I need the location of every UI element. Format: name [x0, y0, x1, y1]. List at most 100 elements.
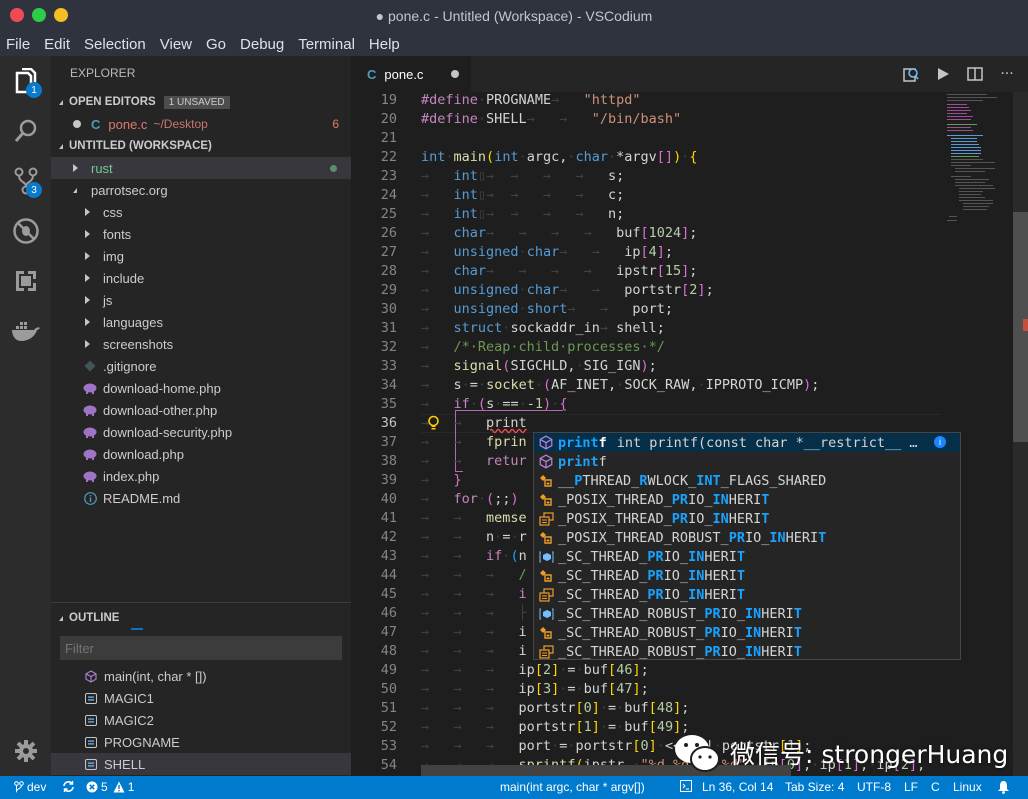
tab-pone-c[interactable]: C pone.c: [351, 56, 471, 92]
code-line[interactable]: 28 → char→ → → → ipstr[15];: [351, 262, 951, 281]
suggestion-item[interactable]: _SC_THREAD_ROBUST_PRIO_INHERIT: [534, 623, 960, 642]
activity-explorer[interactable]: 1: [0, 56, 51, 106]
code-line[interactable]: 30 → unsigned·short→ → port;: [351, 300, 951, 319]
tab-size[interactable]: Tab Size: 4: [785, 780, 844, 794]
menu-help[interactable]: Help: [369, 36, 400, 53]
breadcrumb-symbol[interactable]: main(int argc, char * argv[]): [500, 780, 645, 794]
suggestion-item[interactable]: printf: [534, 452, 960, 471]
open-editor-item[interactable]: C pone.c ~/Desktop 6: [51, 113, 351, 135]
code-line[interactable]: 32 → /*·Reap·child·processes·*/: [351, 338, 951, 357]
suggestion-item[interactable]: _SC_THREAD_PRIO_INHERIT: [534, 547, 960, 566]
menu-go[interactable]: Go: [206, 36, 226, 53]
code-line[interactable]: 29 → unsigned·char→ → portstr[2];: [351, 281, 951, 300]
tree-item-rust[interactable]: rust: [51, 157, 351, 179]
terminal-icon: [680, 780, 692, 792]
tree-item-parrotsec-org[interactable]: parrotsec.org: [51, 179, 351, 201]
suggestion-item[interactable]: printf int printf(const char *__restrict_…: [534, 433, 960, 452]
outline-item[interactable]: MAGIC1: [51, 687, 351, 709]
suggestion-item[interactable]: _SC_THREAD_PRIO_INHERIT: [534, 566, 960, 585]
git-branch-status[interactable]: dev: [14, 780, 46, 794]
open-preview-button[interactable]: [901, 65, 921, 83]
sync-button[interactable]: [62, 780, 75, 793]
suggestion-item[interactable]: _SC_THREAD_ROBUST_PRIO_INHERIT: [534, 604, 960, 623]
code-line[interactable]: 27 → unsigned·char→ → ip[4];: [351, 243, 951, 262]
problems-status[interactable]: 5 1: [86, 780, 134, 794]
outline-item[interactable]: PROGNAME: [51, 731, 351, 753]
split-editor-button[interactable]: [965, 65, 985, 83]
tree-item-img[interactable]: img: [51, 245, 351, 267]
notifications-button[interactable]: [997, 780, 1010, 794]
run-button[interactable]: [933, 65, 953, 83]
code-line[interactable]: 33 → signal(SIGCHLD,·SIG_IGN);: [351, 357, 951, 376]
menu-view[interactable]: View: [160, 36, 192, 53]
activity-search[interactable]: [0, 106, 51, 156]
code-line[interactable]: 20 #define·SHELL→ → "/bin/bash": [351, 110, 951, 129]
platform[interactable]: Linux: [953, 780, 982, 794]
menu-selection[interactable]: Selection: [84, 36, 146, 53]
code-line[interactable]: 19 #define·PROGNAME→ "httpd": [351, 92, 951, 110]
suggestion-item[interactable]: _SC_THREAD_PRIO_INHERIT: [534, 585, 960, 604]
code-line[interactable]: 36 → → print: [351, 414, 951, 433]
suggestion-item[interactable]: _POSIX_THREAD_PRIO_INHERIT: [534, 490, 960, 509]
menu-edit[interactable]: Edit: [44, 36, 70, 53]
menu-file[interactable]: File: [6, 36, 30, 53]
tree-item-download-home-php[interactable]: download-home.php: [51, 377, 351, 399]
outline-filter-input[interactable]: [60, 636, 342, 660]
encoding[interactable]: UTF-8: [857, 780, 891, 794]
code-line[interactable]: 34 → s·=·socket·(AF_INET,·SOCK_RAW,·IPPRO…: [351, 376, 951, 395]
menu-terminal[interactable]: Terminal: [298, 36, 355, 53]
code-line[interactable]: 21: [351, 129, 951, 148]
tree-item-index-php[interactable]: index.php: [51, 465, 351, 487]
code-line[interactable]: 26 → char→ → → → buf[1024];: [351, 224, 951, 243]
c-file-icon: C: [91, 116, 101, 132]
menu-debug[interactable]: Debug: [240, 36, 284, 53]
open-editors-header[interactable]: OPEN EDITORS 1 UNSAVED: [51, 91, 351, 113]
outline-header[interactable]: OUTLINE: [51, 607, 351, 629]
end-of-line[interactable]: LF: [904, 780, 918, 794]
terminal-button[interactable]: [680, 780, 692, 792]
activity-docker[interactable]: [0, 306, 51, 356]
language-mode[interactable]: C: [931, 780, 940, 794]
outline-item[interactable]: SHELL: [51, 753, 351, 775]
tree-item-download-php[interactable]: download.php: [51, 443, 351, 465]
tree-item-download-security-php[interactable]: download-security.php: [51, 421, 351, 443]
code-line[interactable]: 23 → int▯→ → → → s;: [351, 167, 951, 186]
suggestion-item[interactable]: _POSIX_THREAD_PRIO_INHERIT: [534, 509, 960, 528]
tree-item-css[interactable]: css: [51, 201, 351, 223]
code-line[interactable]: 25 → int▯→ → → → n;: [351, 205, 951, 224]
minimap[interactable]: [945, 92, 1005, 776]
outline-item[interactable]: main(int, char * []): [51, 665, 351, 687]
tree-item-js[interactable]: js: [51, 289, 351, 311]
tree-item-screenshots[interactable]: screenshots: [51, 333, 351, 355]
suggestion-item[interactable]: _POSIX_THREAD_ROBUST_PRIO_INHERIT: [534, 528, 960, 547]
code-line[interactable]: 35 → if·(s·==·-1)·{: [351, 395, 951, 414]
code-line[interactable]: 51 → → → portstr[0]·=·buf[48];: [351, 699, 951, 718]
tree-item-include[interactable]: include: [51, 267, 351, 289]
run-icon: [938, 68, 949, 80]
tree-item-gitignore[interactable]: .gitignore: [51, 355, 351, 377]
tree-item-languages[interactable]: languages: [51, 311, 351, 333]
activity-settings[interactable]: [0, 726, 51, 776]
editor-tab-bar: C pone.c ···: [351, 56, 1028, 92]
code-line[interactable]: 31 → struct·sockaddr_in→ shell;: [351, 319, 951, 338]
cursor-position[interactable]: Ln 36, Col 14: [702, 780, 773, 794]
outline-item[interactable]: MAGIC2: [51, 709, 351, 731]
more-actions-button[interactable]: ···: [997, 65, 1017, 83]
code-line[interactable]: 22 int·main(int·argc,·char·*argv[])·{: [351, 148, 951, 167]
code-line[interactable]: 49 → → → ip[2]·=·buf[46];: [351, 661, 951, 680]
suggestion-item[interactable]: _SC_THREAD_ROBUST_PRIO_INHERIT: [534, 642, 960, 661]
explorer-badge: 1: [26, 82, 42, 98]
tree-item-download-other-php[interactable]: download-other.php: [51, 399, 351, 421]
code-line[interactable]: 24 → int▯→ → → → c;: [351, 186, 951, 205]
activity-debug[interactable]: [0, 206, 51, 256]
unsaved-dot-icon[interactable]: [451, 70, 459, 78]
workspace-header[interactable]: UNTITLED (WORKSPACE): [51, 135, 351, 157]
vertical-scrollbar[interactable]: [1013, 92, 1028, 776]
tree-item-fonts[interactable]: fonts: [51, 223, 351, 245]
suggestion-label: _SC_THREAD_ROBUST_PRIO_INHERIT: [558, 643, 802, 660]
tree-item-readme-md[interactable]: README.md: [51, 487, 351, 509]
activity-source-control[interactable]: 3: [0, 156, 51, 206]
activity-extensions[interactable]: [0, 256, 51, 306]
suggestion-item[interactable]: __PTHREAD_RWLOCK_INT_FLAGS_SHARED: [534, 471, 960, 490]
code-line[interactable]: 50 → → → ip[3]·=·buf[47];: [351, 680, 951, 699]
